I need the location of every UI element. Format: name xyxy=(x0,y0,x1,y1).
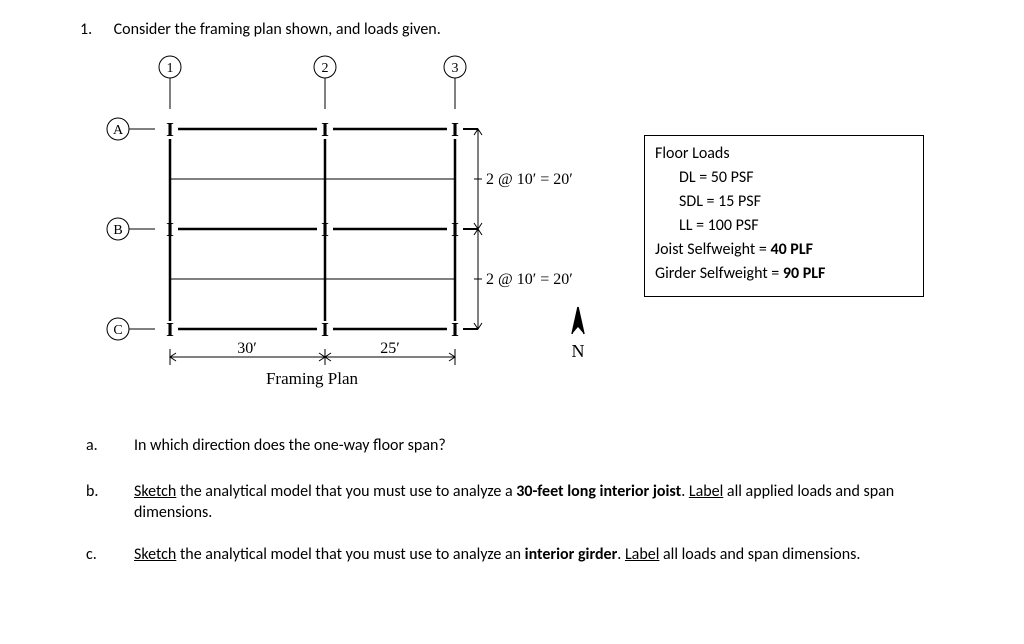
span-25: 25′ xyxy=(380,340,400,357)
question-number: 1. xyxy=(80,20,110,39)
caption: Framing Plan xyxy=(266,369,359,388)
grid-col-1: 1 xyxy=(167,61,174,76)
svg-text:I: I xyxy=(321,319,329,341)
grid-row-c: C xyxy=(113,323,122,338)
load-ll: LL = 100 PSF xyxy=(655,214,907,238)
grid-col-3: 3 xyxy=(452,61,459,76)
part-a-text: In which direction does the one-way floo… xyxy=(134,436,446,455)
figure-area: 1 2 3 A B C III III III xyxy=(80,49,964,409)
load-girder: Girder Selfweight = 90 PLF xyxy=(655,262,907,286)
floor-loads-box: Floor Loads DL = 50 PSF SDL = 15 PSF LL … xyxy=(644,135,924,297)
grid-row-b: B xyxy=(113,223,122,238)
grid-row-a: A xyxy=(113,123,124,138)
part-c-letter: c. xyxy=(110,544,134,566)
span-30: 30′ xyxy=(237,340,257,357)
north-label: N xyxy=(572,341,585,361)
part-a-letter: a. xyxy=(110,435,134,457)
dim-bay-ab: 2 @ 10′ = 20′ xyxy=(486,171,573,188)
north-arrow-icon xyxy=(572,307,584,334)
load-joist: Joist Selfweight = 40 PLF xyxy=(655,238,907,262)
load-sdl: SDL = 15 PSF xyxy=(655,190,907,214)
part-c: c.Sketch the analytical model that you m… xyxy=(110,544,964,566)
svg-text:I: I xyxy=(321,119,329,141)
dim-bay-bc: 2 @ 10′ = 20′ xyxy=(486,271,573,288)
loads-title: Floor Loads xyxy=(655,142,907,166)
question-intro: 1. Consider the framing plan shown, and … xyxy=(80,20,964,39)
framing-plan-diagram: 1 2 3 A B C III III III xyxy=(100,49,620,414)
part-b: b.Sketch the analytical model that you m… xyxy=(110,481,964,524)
intro-text: Consider the framing plan shown, and loa… xyxy=(114,20,441,39)
svg-text:I: I xyxy=(451,119,459,141)
svg-text:I: I xyxy=(166,119,174,141)
svg-text:I: I xyxy=(166,319,174,341)
load-dl: DL = 50 PSF xyxy=(655,166,907,190)
grid-col-2: 2 xyxy=(322,61,329,76)
svg-text:I: I xyxy=(451,319,459,341)
part-b-letter: b. xyxy=(110,481,134,503)
part-a: a.In which direction does the one-way fl… xyxy=(110,435,964,457)
